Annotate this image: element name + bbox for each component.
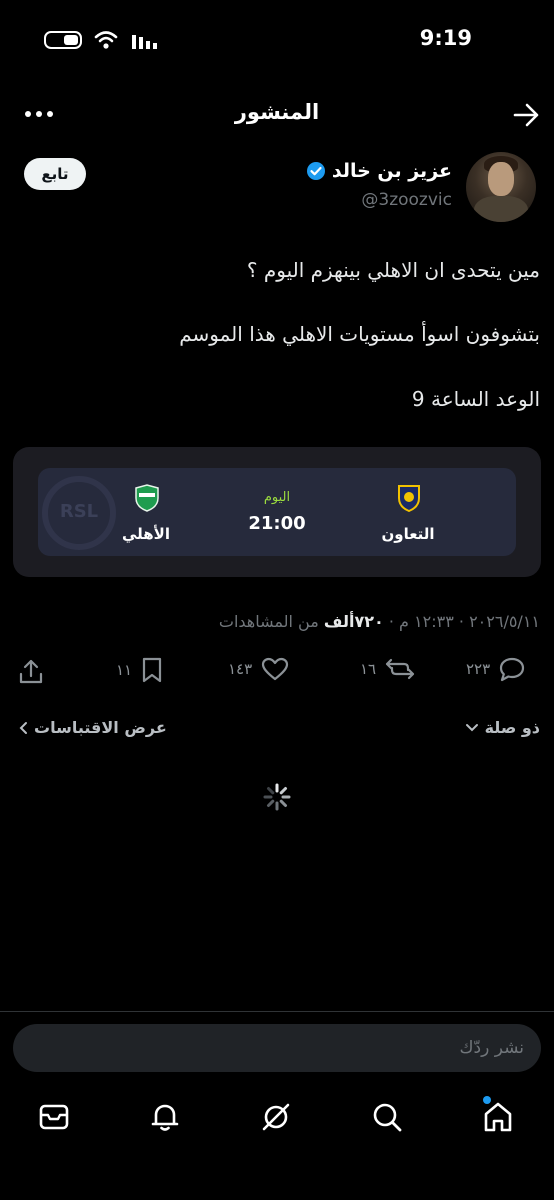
messages-icon[interactable] xyxy=(37,1100,71,1134)
retweet-icon xyxy=(384,656,416,682)
bookmark-action[interactable]: ١١ xyxy=(116,656,164,684)
post-meta: ٢٠٢٦/٥/١١ · ١٢:٣٣ م · ٧٢٠ألف من المشاهدا… xyxy=(219,612,540,631)
divider xyxy=(0,1011,554,1012)
meta-separator: · xyxy=(458,612,464,631)
author-name-text: عزيز بن خالد xyxy=(331,160,452,182)
grok-icon[interactable] xyxy=(259,1100,293,1134)
bookmark-count: ١١ xyxy=(116,661,133,679)
league-logo: RSL xyxy=(42,476,116,550)
wifi-icon xyxy=(94,30,118,50)
search-icon[interactable] xyxy=(370,1100,404,1134)
away-team-logo-icon xyxy=(133,484,161,512)
signal-icon xyxy=(132,33,158,49)
page-title: المنشور xyxy=(234,100,320,124)
reply-action[interactable]: ٢٢٣ xyxy=(466,656,526,682)
post-time: ١٢:٣٣ م xyxy=(399,612,454,631)
loading-spinner-icon xyxy=(262,782,292,812)
match-time: 21:00 xyxy=(248,513,306,534)
verified-badge-icon xyxy=(306,161,326,181)
view-count: ٧٢٠ألف xyxy=(323,612,384,631)
chevron-down-icon xyxy=(465,723,479,733)
share-icon[interactable] xyxy=(18,658,44,686)
view-quotes-label: عرض الاقتباسات xyxy=(34,718,167,737)
tweet-text-line: بتشوفون اسوأ مستويات الاهلي هذا الموسم xyxy=(179,322,540,346)
author-name[interactable]: عزيز بن خالد xyxy=(306,160,452,182)
relevant-label: ذو صلة xyxy=(484,718,540,737)
view-quotes-link[interactable]: عرض الاقتباسات xyxy=(18,718,167,737)
like-action[interactable]: ١٤٣ xyxy=(228,656,290,682)
author-handle[interactable]: @3zoozvic xyxy=(361,190,452,210)
home-team-name: التعاون xyxy=(381,525,435,543)
reply-icon xyxy=(498,656,526,682)
reply-placeholder: نشر ردّك xyxy=(459,1038,524,1058)
like-count: ١٤٣ xyxy=(228,660,253,678)
battery-icon xyxy=(44,31,82,49)
home-icon[interactable] xyxy=(481,1100,515,1134)
home-team-logo-icon xyxy=(396,484,422,512)
away-team-name: الأهلي xyxy=(121,525,170,543)
post-date: ٢٠٢٦/٥/١١ xyxy=(469,612,540,631)
reply-count: ٢٢٣ xyxy=(466,660,491,678)
tweet-text-line: الوعد الساعة 9 xyxy=(411,387,540,411)
relevant-sort-dropdown[interactable]: ذو صلة xyxy=(465,718,540,737)
match-day: اليوم xyxy=(263,490,291,505)
retweet-count: ١٦ xyxy=(360,660,377,678)
avatar[interactable] xyxy=(466,152,536,222)
bookmark-icon xyxy=(140,656,164,684)
chevron-left-icon xyxy=(18,721,28,735)
notifications-icon[interactable] xyxy=(148,1100,182,1134)
meta-separator: · xyxy=(388,612,394,631)
follow-button[interactable]: تابع xyxy=(24,158,86,190)
views-label: من المشاهدات xyxy=(218,612,319,631)
heart-icon xyxy=(260,656,290,682)
tweet-text-line: مين يتحدى ان الاهلي بينهزم اليوم ؟ xyxy=(246,258,540,282)
back-arrow-icon[interactable] xyxy=(512,102,540,128)
retweet-action[interactable]: ١٦ xyxy=(360,656,416,682)
status-time: 9:19 xyxy=(419,26,472,50)
